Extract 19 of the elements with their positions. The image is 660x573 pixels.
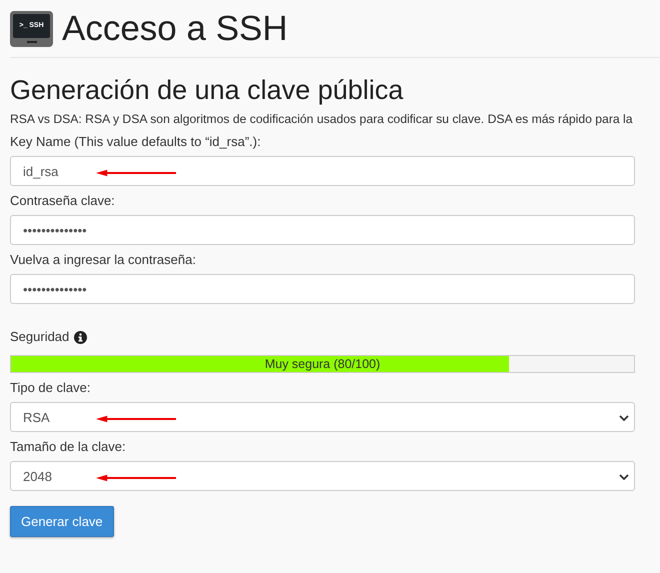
select-field[interactable]: 2048	[10, 461, 635, 491]
input-field[interactable]: id_rsa	[10, 156, 635, 186]
field-label: Key Name (This value defaults to “id_rsa”.):	[10, 134, 262, 150]
info-icon[interactable]	[74, 330, 88, 344]
chevron-icon	[619, 474, 629, 480]
meter-reading: Muy segura (80/100)	[264, 357, 380, 371]
field-label: Vuelva a ingresar la contraseña:	[10, 252, 197, 268]
select-field[interactable]: RSA	[10, 402, 635, 432]
description-text: RSA vs DSA: RSA y DSA son algoritmos de codificación usados para codificar su clave. DSA es más rápido para la	[10, 111, 634, 127]
chevron-icon	[619, 415, 629, 421]
input-field[interactable]: ••••••••••••••	[10, 215, 635, 245]
page-title: Acceso a SSH	[62, 9, 288, 49]
field-label: Contraseña clave:	[10, 193, 116, 209]
input-field[interactable]: ••••••••••••••	[10, 274, 635, 304]
generate-button[interactable]: Generar clave	[10, 506, 114, 537]
section-title: Generación de una clave pública	[10, 74, 404, 106]
field-label: Tamaño de la clave:	[10, 439, 127, 455]
field-label: Tipo de clave:	[10, 380, 92, 396]
field-label: Seguridad	[10, 329, 70, 345]
